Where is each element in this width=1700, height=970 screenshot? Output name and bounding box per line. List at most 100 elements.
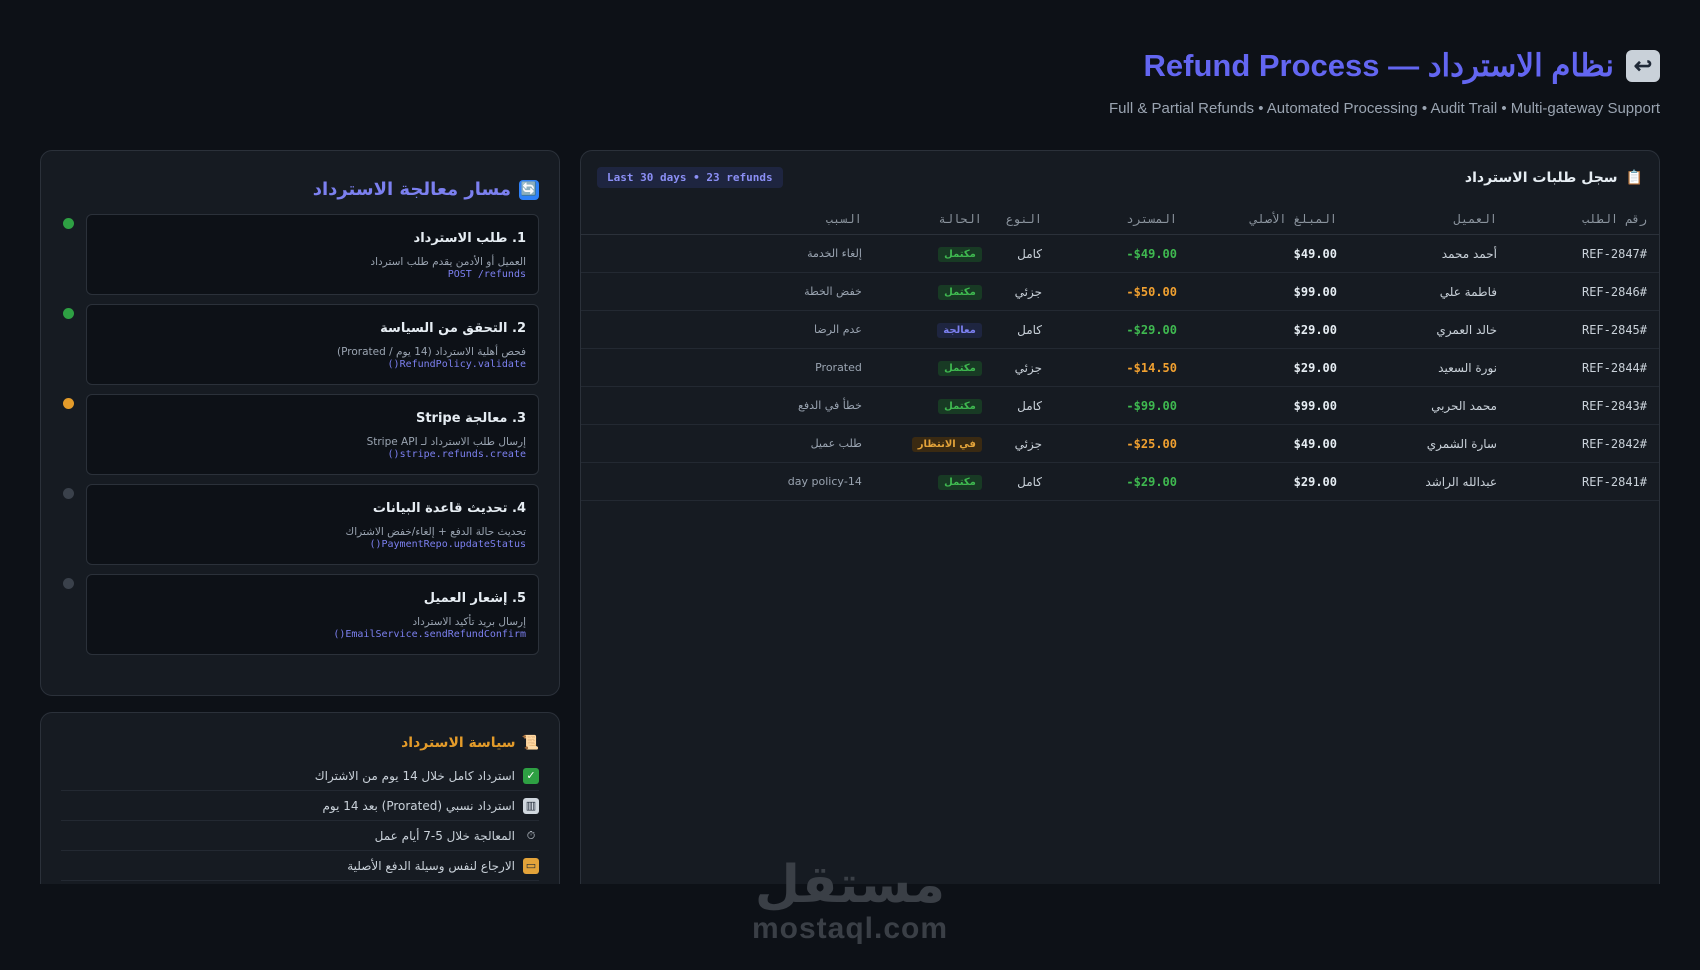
column-header[interactable]: السبب	[581, 204, 874, 235]
original-amount-cell: $29.00	[1189, 462, 1349, 501]
flow-step-desc: فحص أهلية الاسترداد (14 يوم / Prorated)	[337, 346, 526, 358]
flow-step-card[interactable]: 4. تحديث قاعدة البيانات تحديث حالة الدفع …	[86, 484, 539, 565]
table-row[interactable]: #REF-2846 فاطمة علي $99.00 -$50.00 جزئي مكتمل…	[581, 272, 1659, 311]
flow-step-title: 2. التحقق من السياسة	[380, 321, 526, 336]
policy-item: ✓ استرداد كامل خلال 14 يوم من الاشتراك	[61, 761, 539, 791]
flow-step[interactable]: 3. معالجة Stripe إرسال طلب الاسترداد لـ S…	[61, 394, 539, 475]
check-icon: ✓	[523, 767, 539, 784]
flow-step[interactable]: 2. التحقق من السياسة فحص أهلية الاسترداد …	[61, 304, 539, 385]
table-header-bar: 📋 سجل طلبات الاسترداد Last 30 days • 23 …	[581, 151, 1659, 188]
original-amount-cell: $99.00	[1189, 386, 1349, 425]
page-header: ↩ نظام الاسترداد — Refund Process Full &…	[660, 48, 1660, 117]
customer-cell: نورة السعيد	[1349, 348, 1509, 387]
table-row[interactable]: #REF-2845 خالد العمري $29.00 -$29.00 كامل معا…	[581, 310, 1659, 349]
bar-chart-icon: ▥	[523, 797, 539, 814]
status-badge: مكتمل	[938, 398, 982, 414]
table-row[interactable]: #REF-2847 أحمد محمد $49.00 -$49.00 كامل مكتمل…	[581, 234, 1659, 273]
status-badge: مكتمل	[938, 284, 982, 300]
flow-step-card[interactable]: 3. معالجة Stripe إرسال طلب الاسترداد لـ S…	[86, 394, 539, 475]
flow-step-card[interactable]: 5. إشعار العميل إرسال بريد تأكيد الاستردا…	[86, 574, 539, 655]
type-cell: جزئي	[993, 348, 1054, 387]
flow-step-card[interactable]: 2. التحقق من السياسة فحص أهلية الاسترداد …	[86, 304, 539, 385]
flow-step-title: 3. معالجة Stripe	[415, 411, 526, 426]
column-header[interactable]: الحالة	[873, 204, 994, 235]
flow-step[interactable]: 5. إشعار العميل إرسال بريد تأكيد الاستردا…	[61, 574, 539, 655]
flow-step-code: EmailService.sendRefundConfirm()	[333, 629, 526, 640]
flow-steps: 1. طلب الاسترداد العميل أو الأدمن يقدم طل…	[61, 214, 539, 655]
refund-id-cell: #REF-2841	[1509, 462, 1659, 501]
customer-cell: محمد الحربي	[1349, 386, 1509, 425]
original-amount-cell: $29.00	[1189, 310, 1349, 349]
status-cell: مكتمل	[873, 272, 994, 311]
column-header[interactable]: العميل	[1349, 204, 1509, 235]
watermark-arabic: مستقل	[754, 855, 946, 915]
customer-cell: عبدالله الراشد	[1349, 462, 1509, 501]
original-amount-cell: $29.00	[1189, 348, 1349, 387]
return-arrow-icon: ↩	[1626, 50, 1660, 82]
table-row[interactable]: #REF-2841 عبدالله الراشد $29.00 -$29.00 كامل…	[581, 462, 1659, 501]
column-header[interactable]: رقم الطلب	[1509, 204, 1659, 235]
flow-step-title: 4. تحديث قاعدة البيانات	[372, 501, 526, 516]
page-title: ↩ نظام الاسترداد — Refund Process	[1143, 48, 1660, 84]
status-badge: مكتمل	[938, 360, 982, 376]
status-badge: في الانتظار	[911, 436, 982, 452]
page-subtitle: Full & Partial Refunds • Automated Proce…	[1108, 100, 1660, 117]
customer-cell: أحمد محمد	[1349, 234, 1509, 273]
type-cell: كامل	[993, 234, 1054, 273]
clipboard-icon: 📋	[1625, 169, 1643, 186]
status-cell: مكتمل	[873, 462, 994, 501]
reason-cell: خطأ في الدفع	[581, 386, 874, 425]
table-title-text: سجل طلبات الاسترداد	[1464, 169, 1618, 186]
cycle-arrows-icon: 🔄	[519, 179, 539, 200]
original-amount-cell: $49.00	[1189, 234, 1349, 273]
reason-cell: إلغاء الخدمة	[581, 234, 874, 273]
refund-id-cell: #REF-2846	[1509, 272, 1659, 311]
table-row[interactable]: #REF-2842 سارة الشمري $49.00 -$25.00 جزئي في …	[581, 424, 1659, 463]
page-title-text: نظام الاسترداد — Refund Process	[1143, 48, 1615, 83]
scroll-icon: 📜	[521, 735, 539, 751]
refund-id-cell: #REF-2842	[1509, 424, 1659, 463]
flow-step-desc: إرسال بريد تأكيد الاسترداد	[412, 616, 526, 628]
original-amount-cell: $49.00	[1189, 424, 1349, 463]
status-dot-icon	[63, 488, 74, 499]
refunded-amount-cell: -$50.00	[1054, 272, 1189, 311]
type-cell: كامل	[993, 462, 1054, 501]
table-title: 📋 سجل طلبات الاسترداد	[1465, 170, 1643, 186]
table-row[interactable]: #REF-2844 نورة السعيد $29.00 -$14.50 جزئي مكت…	[581, 348, 1659, 387]
status-dot-icon	[63, 308, 74, 319]
column-header[interactable]: النوع	[993, 204, 1054, 235]
flow-step-code: PaymentRepo.updateStatus()	[369, 539, 526, 550]
type-cell: كامل	[993, 310, 1054, 349]
refunded-amount-cell: -$99.00	[1054, 386, 1189, 425]
flow-step[interactable]: 4. تحديث قاعدة البيانات تحديث حالة الدفع …	[61, 484, 539, 565]
refunded-amount-cell: -$25.00	[1054, 424, 1189, 463]
status-cell: مكتمل	[873, 234, 994, 273]
type-cell: جزئي	[993, 424, 1054, 463]
customer-cell: خالد العمري	[1349, 310, 1509, 349]
refunded-amount-cell: -$14.50	[1054, 348, 1189, 387]
column-header[interactable]: المبلغ الأصلي	[1189, 204, 1349, 235]
status-dot-icon	[63, 398, 74, 409]
flow-step-code: stripe.refunds.create()	[387, 449, 526, 460]
flow-step[interactable]: 1. طلب الاسترداد العميل أو الأدمن يقدم طل…	[61, 214, 539, 295]
reason-cell: 14-day policy	[581, 462, 874, 501]
flow-step-card[interactable]: 1. طلب الاسترداد العميل أو الأدمن يقدم طل…	[86, 214, 539, 295]
refunded-amount-cell: -$29.00	[1054, 462, 1189, 501]
type-cell: كامل	[993, 386, 1054, 425]
column-header[interactable]: المسترد	[1054, 204, 1189, 235]
flow-step-code: RefundPolicy.validate()	[387, 359, 526, 370]
reason-cell: طلب عميل	[581, 424, 874, 463]
stopwatch-icon: ⏱	[526, 828, 536, 842]
policy-title-text: سياسة الاسترداد	[401, 735, 516, 751]
refunds-table: رقم الطلب العميل المبلغ الأصلي المسترد ا…	[581, 204, 1659, 501]
refund-id-cell: #REF-2844	[1509, 348, 1659, 387]
status-dot-icon	[63, 218, 74, 229]
status-cell: معالجة	[873, 310, 994, 349]
flow-title: 🔄 مسار معالجة الاسترداد	[61, 179, 539, 200]
policy-item: ▥ استرداد نسبي (Prorated) بعد 14 يوم	[61, 791, 539, 821]
policy-item-text: استرداد نسبي (Prorated) بعد 14 يوم	[322, 798, 516, 813]
table-row[interactable]: #REF-2843 محمد الحربي $99.00 -$99.00 كامل مكت…	[581, 386, 1659, 425]
policy-item-text: المعالجة خلال 5-7 أيام عمل	[374, 828, 515, 843]
flow-step-code: POST /refunds	[447, 269, 526, 280]
flow-title-text: مسار معالجة الاسترداد	[312, 179, 511, 200]
